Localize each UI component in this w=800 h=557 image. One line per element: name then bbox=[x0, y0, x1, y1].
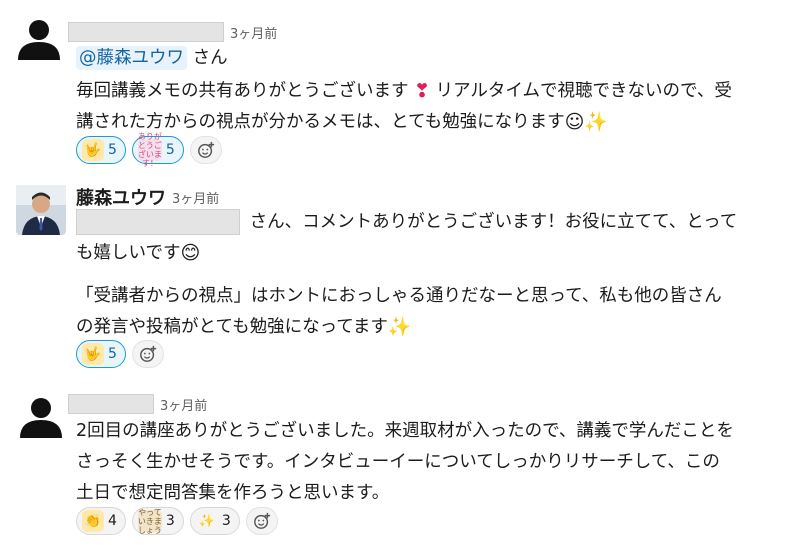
reaction-bar: 👏 4 やっていきましょう 3 ✨ 3 bbox=[76, 507, 278, 535]
reaction-yatteikimashou-sticker[interactable]: やっていきましょう 3 bbox=[131, 507, 184, 535]
add-reaction-button[interactable] bbox=[245, 507, 278, 535]
arigatou-sticker-icon: ありがとうございます！ bbox=[137, 132, 162, 168]
sparkles-icon: ✨ bbox=[584, 111, 609, 133]
redacted-mention bbox=[76, 209, 240, 235]
comment-body: @藤森ユウワ さん 毎回講義メモの共有ありがとうございます ❣ リアルタイムで視… bbox=[76, 43, 732, 138]
comment-body: さん、コメントありがとうございます！お役に立てて、とって も嬉しいです😊 「受講… bbox=[76, 207, 737, 343]
add-emoji-icon bbox=[253, 512, 270, 529]
reaction-arigatou-sticker[interactable]: ありがとうございます！ 5 bbox=[131, 132, 184, 168]
add-emoji-icon bbox=[140, 345, 157, 362]
reaction-sparkles[interactable]: ✨ 3 bbox=[189, 507, 240, 535]
mention-suffix: さん bbox=[187, 48, 228, 68]
clapping-hands-icon: 👏 bbox=[82, 510, 104, 532]
comment-text-line: 講された方からの視点が分かるメモは、とても勉強になります bbox=[76, 112, 565, 132]
love-you-gesture-icon: 🤟 bbox=[82, 139, 104, 161]
default-avatar-icon[interactable] bbox=[16, 392, 66, 442]
timestamp[interactable]: 3ヶ月前 bbox=[172, 188, 219, 207]
love-you-gesture-icon: 🤟 bbox=[82, 343, 104, 365]
comment-header: 3ヶ月前 bbox=[68, 393, 207, 415]
reaction-count: 5 bbox=[108, 346, 117, 362]
timestamp[interactable]: 3ヶ月前 bbox=[160, 395, 207, 414]
comment-text-line: リアルタイムで視聴できないので、受 bbox=[435, 81, 732, 101]
comment-text-line: 土日で想定問答集を作ろうと思います。 bbox=[76, 483, 390, 503]
redacted-username bbox=[68, 394, 154, 414]
comment-text-line: 「受講者からの視点」はホントにおっしゃる通りだなーと思って、私も他の皆さん bbox=[76, 286, 722, 306]
comment-text-line: さん、コメントありがとうございます！お役に立てて、とって bbox=[249, 212, 738, 232]
comment-text-line: の発言や投稿がとても勉強になってます bbox=[76, 317, 388, 337]
reaction-bar: 🤟 5 bbox=[76, 340, 164, 368]
reaction-clapping-hands[interactable]: 👏 4 bbox=[76, 507, 126, 535]
reaction-count: 3 bbox=[165, 513, 175, 529]
add-reaction-button[interactable] bbox=[189, 136, 222, 164]
comment-text-line: 毎回講義メモの共有ありがとうございます bbox=[76, 81, 409, 101]
yatteikimashou-sticker-icon: やっていきましょう bbox=[137, 507, 162, 535]
sparkles-icon: ✨ bbox=[387, 316, 412, 338]
comment-text-line: さっそく生かせそうです。インタビューイーについてしっかりリサーチして、この bbox=[76, 452, 720, 472]
reaction-bar: 🤟 5 ありがとうございます！ 5 bbox=[76, 132, 222, 168]
comment-text-line: 2回目の講座ありがとうございました。来週取材が入ったので、講義で学んだことを bbox=[76, 421, 734, 441]
user-mention[interactable]: @藤森ユウワ bbox=[76, 46, 187, 70]
reaction-count: 3 bbox=[221, 513, 231, 529]
reaction-count: 5 bbox=[108, 142, 117, 158]
comment-body: 2回目の講座ありがとうございました。来週取材が入ったので、講義で学んだことを さ… bbox=[76, 416, 734, 509]
comment-header: 藤森ユウワ 3ヶ月前 bbox=[76, 186, 219, 209]
reaction-love-you-gesture[interactable]: 🤟 5 bbox=[76, 136, 126, 164]
heavy-heart-exclamation-icon: ❣ bbox=[414, 80, 430, 102]
user-avatar[interactable] bbox=[16, 185, 66, 235]
reaction-count: 4 bbox=[108, 513, 117, 529]
default-avatar-icon[interactable] bbox=[14, 14, 64, 64]
comment-header: 3ヶ月前 bbox=[68, 21, 277, 43]
add-emoji-icon bbox=[197, 141, 214, 158]
reaction-love-you-gesture[interactable]: 🤟 5 bbox=[76, 340, 126, 368]
add-reaction-button[interactable] bbox=[131, 340, 164, 368]
reaction-count: 5 bbox=[165, 142, 175, 158]
sparkles-icon: ✨ bbox=[198, 513, 215, 529]
redacted-username bbox=[68, 22, 224, 42]
smiling-face-icon: 😊 bbox=[180, 242, 201, 264]
comment-text-line: も嬉しいです bbox=[76, 243, 181, 263]
timestamp[interactable]: 3ヶ月前 bbox=[230, 23, 277, 42]
relieved-smile-icon: ☺ bbox=[564, 111, 585, 133]
